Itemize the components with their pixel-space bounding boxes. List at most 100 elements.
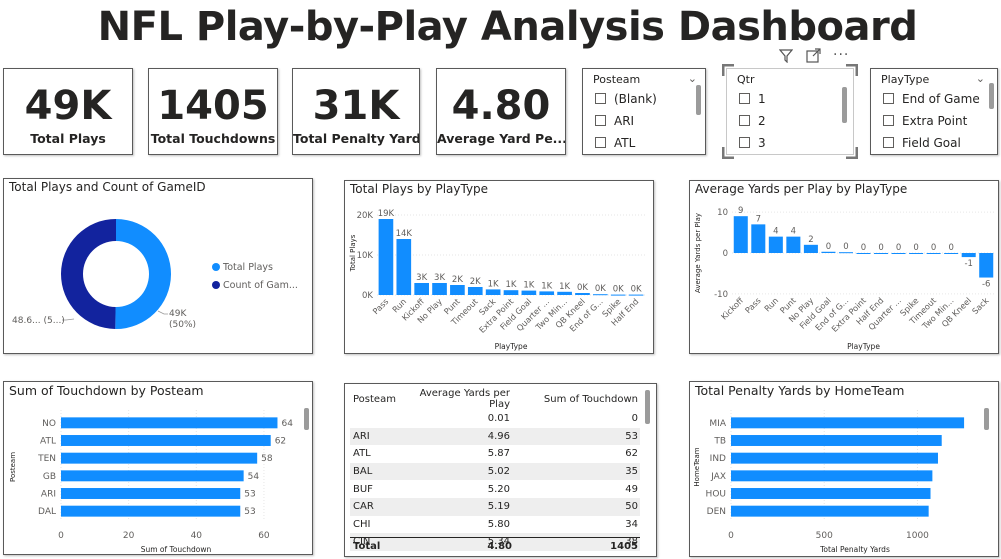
bar[interactable] xyxy=(485,289,501,295)
bar[interactable] xyxy=(731,488,931,499)
x-tick-label: 0 xyxy=(728,531,734,541)
chevron-down-icon[interactable]: ⌄ xyxy=(688,72,697,85)
total-touchdowns: 1405 xyxy=(610,541,638,552)
bar[interactable] xyxy=(378,219,394,295)
more-options-icon[interactable]: ··· xyxy=(833,47,849,63)
bar[interactable] xyxy=(61,470,244,482)
checkbox[interactable] xyxy=(595,137,606,148)
column-header[interactable]: Sum of Touchdown xyxy=(510,388,640,410)
kpi-label: Total Touchdowns xyxy=(150,131,276,146)
bar[interactable] xyxy=(856,253,871,254)
bar[interactable] xyxy=(751,224,766,253)
filter-icon[interactable] xyxy=(778,48,794,67)
kpi-total-plays[interactable]: 49K Total Plays xyxy=(3,68,133,155)
bar[interactable] xyxy=(731,505,929,517)
donut-chart-card[interactable]: Total Plays and Count of GameID Total Pl… xyxy=(3,178,313,354)
scrollbar[interactable] xyxy=(645,390,650,424)
scrollbar[interactable] xyxy=(304,408,309,430)
bar[interactable] xyxy=(731,452,938,464)
focus-mode-icon[interactable] xyxy=(806,48,821,67)
legend-label: Total Plays xyxy=(222,262,273,273)
bar[interactable] xyxy=(926,253,941,254)
y-tick-label: NO xyxy=(42,419,56,429)
data-label: 1K xyxy=(541,281,552,291)
checkbox[interactable] xyxy=(883,115,894,126)
bar[interactable] xyxy=(503,290,519,295)
bar[interactable] xyxy=(575,293,590,295)
checkbox[interactable] xyxy=(595,93,606,104)
bar[interactable] xyxy=(61,452,258,464)
y-tick-label: GB xyxy=(43,472,56,482)
slicer-item[interactable]: ATL xyxy=(595,136,635,150)
checkbox[interactable] xyxy=(883,137,894,148)
table-row[interactable]: ARI 4.96 53 xyxy=(350,427,640,446)
checkbox[interactable] xyxy=(595,115,606,126)
slicer-item[interactable]: (Blank) xyxy=(595,92,657,106)
bar[interactable] xyxy=(628,294,644,296)
column-header[interactable]: Average Yards per Play xyxy=(410,388,510,410)
bar[interactable] xyxy=(557,291,572,295)
table-row[interactable]: BAL 5.02 35 xyxy=(350,462,640,481)
bar[interactable] xyxy=(979,253,994,278)
y-tick-label: 10 xyxy=(717,208,728,218)
table-cell: 4.96 xyxy=(487,430,510,442)
kpi-total-touchdowns[interactable]: 1405 Total Touchdowns xyxy=(148,68,278,155)
bar[interactable] xyxy=(61,488,241,499)
bar[interactable] xyxy=(521,290,537,295)
table-row[interactable]: ATL 5.87 62 xyxy=(350,445,640,463)
bar[interactable] xyxy=(539,291,555,295)
bar[interactable] xyxy=(768,236,783,253)
table-row[interactable]: CAR 5.19 50 xyxy=(350,497,640,516)
penalty-by-hometeam-card[interactable]: Total Penalty Yards by HomeTeam 0 500 1000… xyxy=(689,381,999,557)
column-header[interactable]: Posteam xyxy=(350,388,410,410)
bar[interactable] xyxy=(838,252,853,254)
slicer-item[interactable]: Extra Point xyxy=(883,114,967,128)
slicer-item[interactable]: ARI xyxy=(595,114,634,128)
table-row[interactable]: CHI 5.80 34 xyxy=(350,516,640,534)
bar[interactable] xyxy=(396,239,412,295)
slicer-playtype[interactable]: PlayType ⌄ End of Game Extra Point Field… xyxy=(870,68,998,155)
data-label: 1K xyxy=(506,280,517,290)
kpi-average-yards[interactable]: 4.80 Average Yard Pe... xyxy=(436,68,566,155)
plays-by-playtype-card[interactable]: Total Plays by PlayType 0K 10K 20K 19K Pass 1… xyxy=(344,180,654,354)
checkbox[interactable] xyxy=(883,93,894,104)
scrollbar[interactable] xyxy=(989,83,994,109)
slicer-item[interactable]: End of Game xyxy=(883,92,980,106)
bar[interactable] xyxy=(803,244,818,253)
bar[interactable] xyxy=(909,253,924,254)
slicer-posteam[interactable]: Posteam ⌄ (Blank) ARI ATL xyxy=(582,68,706,155)
avg-yards-card[interactable]: Average Yards per Play by PlayType 10 0 -1… xyxy=(689,180,999,354)
bar[interactable] xyxy=(610,294,626,296)
table-row[interactable]: 0.01 0 xyxy=(350,410,640,428)
bar[interactable] xyxy=(961,253,976,258)
y-axis-title: Average Yards per Play xyxy=(694,213,702,293)
chevron-down-icon[interactable]: ⌄ xyxy=(976,72,985,85)
bar[interactable] xyxy=(786,236,801,253)
kpi-value: 31K xyxy=(312,83,400,129)
slicer-item[interactable]: Field Goal xyxy=(883,136,961,150)
bar[interactable] xyxy=(432,283,447,295)
kpi-total-penalty-yards[interactable]: 31K Total Penalty Yards xyxy=(292,68,420,155)
bar[interactable] xyxy=(450,285,465,295)
scrollbar[interactable] xyxy=(696,85,701,115)
bar[interactable] xyxy=(414,283,429,295)
bar[interactable] xyxy=(61,417,278,429)
bar[interactable] xyxy=(731,435,942,446)
bar[interactable] xyxy=(731,417,965,429)
scrollbar[interactable] xyxy=(984,408,989,430)
table-row[interactable]: BUF 5.20 49 xyxy=(350,480,640,498)
bar[interactable] xyxy=(61,505,241,517)
bar[interactable] xyxy=(891,253,906,254)
donut-slice[interactable] xyxy=(115,219,172,329)
bar[interactable] xyxy=(821,251,836,253)
bar[interactable] xyxy=(467,287,483,295)
bar[interactable] xyxy=(61,435,271,446)
bar[interactable] xyxy=(944,253,959,254)
touchdown-by-posteam-card[interactable]: Sum of Touchdown by Posteam 0 20 40 60 NO 64 A… xyxy=(3,381,313,555)
bar[interactable] xyxy=(874,253,889,254)
table-card[interactable]: Posteam Average Yards per Play Sum of To… xyxy=(344,383,657,557)
bar[interactable] xyxy=(731,470,933,482)
donut-slice[interactable] xyxy=(61,219,116,329)
bar[interactable] xyxy=(733,216,748,253)
bar[interactable] xyxy=(593,294,608,296)
